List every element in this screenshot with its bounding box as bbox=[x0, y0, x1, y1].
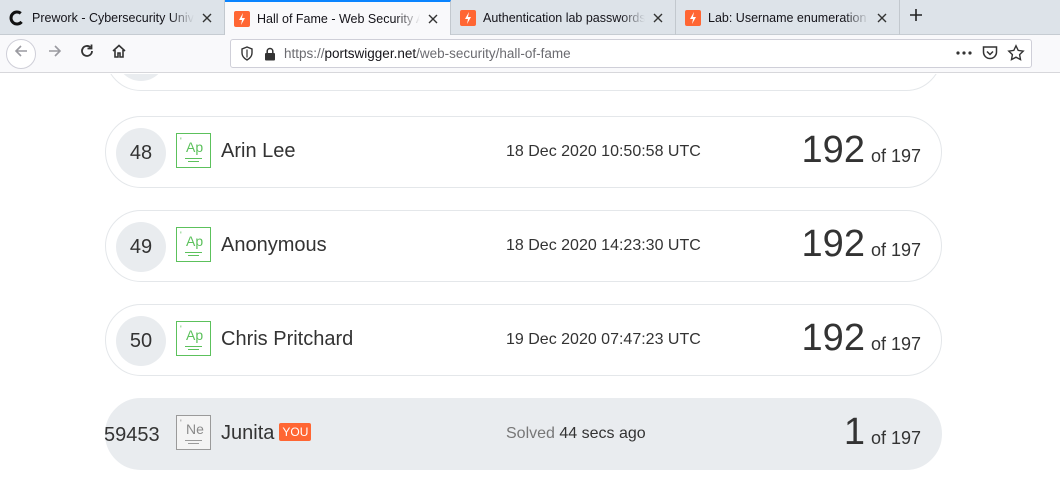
tab-strip: Prework - Cybersecurity Univer Hall of F… bbox=[0, 0, 1060, 36]
arrow-right-icon bbox=[47, 43, 63, 64]
navigation-toolbar: https://portswigger.net/web-security/hal… bbox=[0, 35, 1060, 73]
tab-title: Hall of Fame - Web Security Ac bbox=[257, 12, 420, 26]
score-total: of 197 bbox=[870, 428, 921, 448]
score-total: of 197 bbox=[870, 334, 921, 354]
score: 192 of 197 bbox=[802, 129, 921, 172]
score-total: of 197 bbox=[870, 146, 921, 166]
portswigger-icon bbox=[234, 11, 250, 27]
element-badge-icon: ' Ne bbox=[176, 415, 211, 450]
user-name: Junita bbox=[221, 422, 275, 444]
score: 192 of 197 bbox=[802, 223, 921, 266]
score-value: 1 bbox=[843, 411, 865, 453]
tab-hall-of-fame[interactable]: Hall of Fame - Web Security Ac bbox=[225, 0, 451, 36]
leaderboard-row: 49 ' Ap Anonymous 18 Dec 2020 14:23:30 U… bbox=[105, 210, 942, 282]
score-value: 192 bbox=[801, 223, 865, 265]
score: 192 of 197 bbox=[802, 317, 921, 360]
arrow-left-icon bbox=[13, 43, 29, 64]
close-tab-icon[interactable] bbox=[198, 9, 216, 27]
tab-title: Authentication lab passwords | bbox=[483, 10, 645, 25]
new-tab-button[interactable] bbox=[900, 0, 932, 35]
home-icon bbox=[111, 43, 127, 64]
close-tab-icon[interactable] bbox=[873, 9, 891, 27]
hall-of-fame-list: 48 ' Ap Arin Lee 18 Dec 2020 10:50:58 UT… bbox=[0, 74, 1060, 501]
solved-time-ago: 44 secs ago bbox=[559, 425, 646, 442]
close-tab-icon[interactable] bbox=[424, 10, 442, 28]
url-text[interactable]: https://portswigger.net/web-security/hal… bbox=[284, 46, 571, 61]
portswigger-icon bbox=[460, 9, 476, 26]
element-symbol: Ap bbox=[186, 327, 204, 343]
score-value: 192 bbox=[801, 317, 865, 359]
lock-icon[interactable] bbox=[264, 47, 276, 61]
rank-badge bbox=[116, 74, 166, 81]
solved-status: Solved 44 secs ago bbox=[506, 425, 646, 443]
user-name: Anonymous bbox=[221, 234, 327, 256]
close-tab-icon[interactable] bbox=[649, 9, 667, 27]
url-host: portswigger.net bbox=[324, 46, 417, 61]
tab-username-enumeration[interactable]: Lab: Username enumeration vi bbox=[676, 0, 900, 35]
user-name: Chris Pritchard bbox=[221, 328, 354, 350]
completion-date: 18 Dec 2020 14:23:30 UTC bbox=[506, 237, 701, 254]
tab-auth-lab-passwords[interactable]: Authentication lab passwords | bbox=[451, 0, 676, 35]
user-name-wrap: Junita YOU bbox=[221, 422, 312, 445]
page-actions-icon[interactable] bbox=[955, 44, 973, 67]
rank-number: 50 bbox=[116, 316, 166, 366]
tab-title: Lab: Username enumeration vi bbox=[708, 10, 869, 25]
plus-icon bbox=[909, 8, 923, 27]
rank-number: 49 bbox=[116, 222, 166, 272]
element-badge-icon: ' Ap bbox=[176, 321, 211, 356]
solved-label: Solved bbox=[506, 425, 555, 442]
forward-button[interactable] bbox=[40, 39, 70, 69]
home-button[interactable] bbox=[104, 39, 134, 69]
leaderboard-row: 48 ' Ap Arin Lee 18 Dec 2020 10:50:58 UT… bbox=[105, 116, 942, 188]
address-bar[interactable]: https://portswigger.net/web-security/hal… bbox=[230, 39, 1032, 68]
url-scheme: https:// bbox=[284, 46, 325, 61]
score-value: 192 bbox=[801, 129, 865, 171]
reload-icon bbox=[79, 43, 95, 64]
you-badge: YOU bbox=[279, 423, 312, 441]
score: 1 of 197 bbox=[844, 411, 921, 454]
element-symbol: Ap bbox=[186, 233, 204, 249]
pocket-icon[interactable] bbox=[981, 44, 999, 67]
portswigger-icon bbox=[685, 9, 701, 26]
url-path: /web-security/hall-of-fame bbox=[416, 46, 571, 61]
tab-title: Prework - Cybersecurity Univer bbox=[32, 10, 194, 25]
c-logo-icon bbox=[9, 10, 25, 26]
completion-date: 19 Dec 2020 07:47:23 UTC bbox=[506, 331, 701, 348]
bookmark-star-icon[interactable] bbox=[1007, 44, 1025, 67]
back-button[interactable] bbox=[6, 38, 36, 69]
leaderboard-row: 50 ' Ap Chris Pritchard 19 Dec 2020 07:4… bbox=[105, 304, 942, 376]
leaderboard-row-current-user: 59453 ' Ne Junita YOU Solved 44 secs ago … bbox=[104, 398, 942, 470]
user-name: Arin Lee bbox=[221, 140, 296, 162]
leaderboard-row-partial bbox=[105, 74, 942, 91]
shield-icon[interactable] bbox=[240, 46, 254, 61]
completion-date: 18 Dec 2020 10:50:58 UTC bbox=[506, 143, 701, 160]
score-total: of 197 bbox=[870, 240, 921, 260]
reload-button[interactable] bbox=[72, 39, 102, 69]
tab-prework[interactable]: Prework - Cybersecurity Univer bbox=[0, 0, 225, 35]
element-badge-icon: ' Ap bbox=[176, 227, 211, 262]
element-badge-icon: ' Ap bbox=[176, 133, 211, 168]
element-symbol: Ne bbox=[186, 421, 204, 437]
rank-number: 59453 bbox=[104, 423, 160, 446]
element-symbol: Ap bbox=[186, 139, 204, 155]
rank-number: 48 bbox=[116, 128, 166, 178]
